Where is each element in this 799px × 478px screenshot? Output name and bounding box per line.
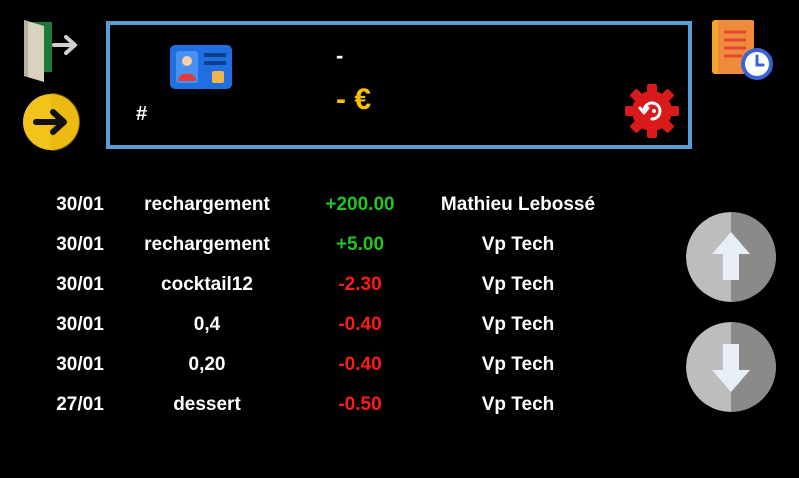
- transaction-row[interactable]: 30/01 rechargement +200.00 Mathieu Lebos…: [0, 184, 660, 224]
- tx-operator: Vp Tech: [481, 314, 555, 335]
- reset-button[interactable]: [624, 83, 680, 139]
- tx-operator: Vp Tech: [481, 274, 555, 295]
- id-card-icon: [170, 45, 232, 89]
- tx-operator: Mathieu Lebossé: [440, 194, 596, 215]
- gear-reset-icon: [625, 84, 679, 138]
- tx-amount: +5.00: [335, 234, 385, 255]
- tx-label: rechargement: [144, 194, 270, 215]
- tx-label: rechargement: [144, 234, 270, 255]
- document-clock-icon: [712, 20, 773, 80]
- tx-operator: Vp Tech: [481, 234, 555, 255]
- transaction-row[interactable]: 27/01 dessert -0.50 Vp Tech: [0, 384, 660, 424]
- tx-amount: -0.40: [338, 354, 382, 375]
- transaction-row[interactable]: 30/01 0,4 -0.40 Vp Tech: [0, 304, 660, 344]
- transaction-list: 30/01 rechargement +200.00 Mathieu Lebos…: [0, 184, 660, 424]
- transaction-row[interactable]: 30/01 rechargement +5.00 Vp Tech: [0, 224, 660, 264]
- exit-button[interactable]: [20, 18, 82, 84]
- tx-date: 30/01: [56, 354, 104, 375]
- arrow-down-icon: [686, 322, 776, 412]
- arrow-right-circle-icon: [23, 93, 80, 151]
- tx-date: 30/01: [56, 314, 104, 335]
- history-button[interactable]: [708, 16, 776, 84]
- tx-label: cocktail12: [161, 274, 253, 295]
- holder-name: -: [336, 43, 344, 68]
- tx-date: 30/01: [56, 274, 104, 295]
- tx-label: dessert: [173, 394, 241, 415]
- scroll-down-button[interactable]: [686, 322, 776, 412]
- tx-amount: -0.40: [338, 314, 382, 335]
- exit-door-icon: [24, 20, 77, 82]
- tx-operator: Vp Tech: [481, 354, 555, 375]
- arrow-up-icon: [686, 212, 776, 302]
- card-number-label: #: [136, 103, 148, 125]
- tx-label: 0,20: [188, 354, 226, 375]
- tx-date: 30/01: [56, 194, 104, 215]
- tx-date: 30/01: [56, 234, 104, 255]
- next-button[interactable]: [22, 93, 80, 151]
- tx-amount: -0.50: [338, 394, 382, 415]
- tx-amount: +200.00: [325, 194, 395, 215]
- transaction-row[interactable]: 30/01 cocktail12 -2.30 Vp Tech: [0, 264, 660, 304]
- tx-date: 27/01: [56, 394, 104, 415]
- balance-amount: - €: [336, 83, 372, 116]
- tx-operator: Vp Tech: [481, 394, 555, 415]
- tx-label: 0,4: [193, 314, 221, 335]
- card-icon-wrap: [168, 43, 234, 93]
- transaction-row[interactable]: 30/01 0,20 -0.40 Vp Tech: [0, 344, 660, 384]
- card-panel: # - - €: [106, 21, 692, 149]
- scroll-up-button[interactable]: [686, 212, 776, 302]
- tx-amount: -2.30: [338, 274, 382, 295]
